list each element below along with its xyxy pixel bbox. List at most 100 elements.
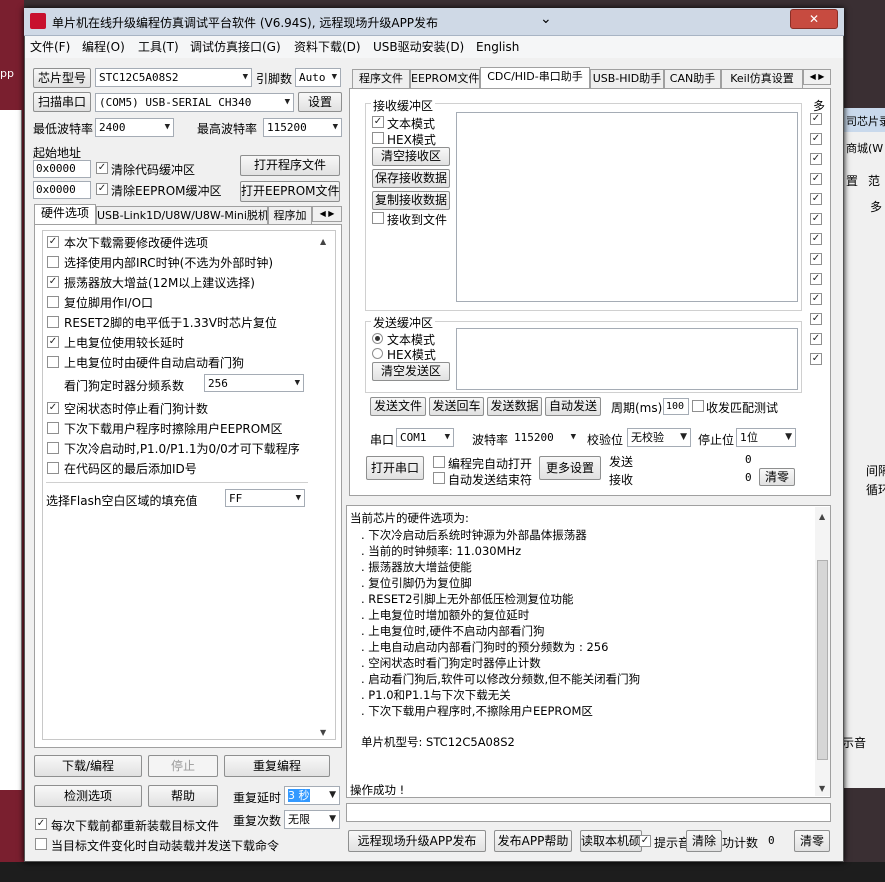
multi-string-checkbox[interactable]: ✓ [810, 173, 822, 185]
open-port-button[interactable]: 打开串口 [366, 456, 424, 480]
open-program-button[interactable]: 打开程序文件 [240, 155, 340, 176]
multi-string-checkbox[interactable]: ✓ [810, 313, 822, 325]
send-textarea[interactable] [456, 328, 798, 390]
clear-eeprom-checkbox[interactable]: ✓ [96, 183, 108, 195]
tab-scroll-buttons[interactable]: ◀ ▶ [312, 206, 342, 222]
fill-value-select[interactable]: FF ▼ [225, 489, 305, 507]
right-tab-3[interactable]: USB-HID助手 [590, 69, 664, 88]
right-tab-4[interactable]: CAN助手 [664, 69, 721, 88]
hw-option-checkbox[interactable] [47, 462, 59, 474]
hw-option-checkbox[interactable] [47, 296, 59, 308]
menu-item-4[interactable]: 资料下载(D) [294, 36, 361, 58]
tab-usb-link[interactable]: USB-Link1D/U8W/U8W-Mini脱机 [96, 206, 268, 224]
download-button[interactable]: 下载/编程 [34, 755, 142, 777]
open-eeprom-button[interactable]: 打开EEPROM文件 [240, 181, 340, 202]
menu-item-5[interactable]: USB驱动安装(D) [373, 36, 464, 58]
eeprom-addr-input[interactable]: 0x0000 [33, 181, 91, 199]
reprogram-button[interactable]: 重复编程 [224, 755, 330, 777]
hw-option-checkbox[interactable] [47, 442, 59, 454]
period-input[interactable]: 100 [663, 398, 689, 415]
clear-send-button[interactable]: 清空发送区 [372, 362, 450, 381]
right-tab-1[interactable]: EEPROM文件 [410, 69, 480, 88]
send-data-button[interactable]: 发送数据 [487, 397, 542, 416]
hw-option-checkbox[interactable] [47, 256, 59, 268]
multi-string-checkbox[interactable]: ✓ [810, 193, 822, 205]
settings-button[interactable]: 设置 [298, 92, 342, 112]
multi-string-checkbox[interactable]: ✓ [810, 113, 822, 125]
max-baud-select[interactable]: 115200 ▼ [263, 118, 342, 137]
menu-item-0[interactable]: 文件(F) [30, 36, 70, 58]
more-settings-button[interactable]: 更多设置 [539, 456, 601, 480]
match-test-checkbox[interactable] [692, 400, 704, 412]
save-recv-button[interactable]: 保存接收数据 [372, 169, 450, 188]
clear-button[interactable]: 清除 [686, 830, 722, 852]
chip-type-button[interactable]: 芯片型号 [33, 68, 91, 88]
repeat-count-select[interactable]: 无限 ▼ [284, 810, 340, 829]
log-scrollbar-thumb[interactable] [817, 560, 828, 760]
multi-string-checkbox[interactable]: ✓ [810, 133, 822, 145]
auto-open-checkbox[interactable] [433, 456, 445, 468]
hw-option-checkbox[interactable]: ✓ [47, 336, 59, 348]
detect-options-button[interactable]: 检测选项 [34, 785, 142, 807]
auto-send-on-change-checkbox[interactable] [35, 838, 47, 850]
multi-string-checkbox[interactable]: ✓ [810, 333, 822, 345]
chevron-down-icon[interactable]: ⌄ [540, 11, 552, 27]
recv-textarea[interactable] [456, 112, 798, 302]
chip-type-select[interactable]: STC12C5A08S2 ▼ [95, 68, 252, 87]
multi-string-checkbox[interactable]: ✓ [810, 253, 822, 265]
recv-text-mode-checkbox[interactable]: ✓ [372, 116, 384, 128]
serial-port-select[interactable]: COM1 ▼ [396, 428, 454, 447]
menu-item-2[interactable]: 工具(T) [138, 36, 179, 58]
stop-bits-select[interactable]: 1位 ▼ [736, 428, 796, 447]
help-button[interactable]: 帮助 [148, 785, 218, 807]
recv-to-file-checkbox[interactable] [372, 212, 384, 224]
menu-item-1[interactable]: 编程(O) [82, 36, 125, 58]
hw-option-checkbox[interactable]: ✓ [47, 276, 59, 288]
multi-string-checkbox[interactable]: ✓ [810, 273, 822, 285]
min-baud-select[interactable]: 2400 ▼ [95, 118, 174, 137]
send-file-button[interactable]: 发送文件 [370, 397, 426, 416]
send-text-mode-radio[interactable] [372, 333, 383, 344]
stop-button[interactable]: 停止 [148, 755, 218, 777]
hw-option-checkbox[interactable] [47, 356, 59, 368]
auto-end-checkbox[interactable] [433, 472, 445, 484]
right-tab-5[interactable]: Keil仿真设置 [721, 69, 803, 88]
hw-option-checkbox[interactable] [47, 422, 59, 434]
right-tab-0[interactable]: 程序文件 [352, 69, 410, 88]
code-addr-input[interactable]: 0x0000 [33, 160, 91, 178]
close-button[interactable]: ✕ [790, 9, 838, 29]
hw-option-checkbox[interactable] [47, 316, 59, 328]
scroll-down-icon[interactable]: ▼ [320, 728, 326, 737]
send-hex-mode-radio[interactable] [372, 348, 383, 359]
multi-string-checkbox[interactable]: ✓ [810, 293, 822, 305]
remote-upgrade-button[interactable]: 远程现场升级APP发布 [348, 830, 486, 852]
read-id-button[interactable]: 读取本机硕 [580, 830, 642, 852]
right-tab-scroll[interactable]: ◀ ▶ [803, 69, 831, 85]
wdt-prescale-select[interactable]: 256 ▼ [204, 374, 304, 392]
reload-checkbox[interactable]: ✓ [35, 818, 47, 830]
multi-string-checkbox[interactable]: ✓ [810, 213, 822, 225]
menu-item-6[interactable]: English [476, 36, 519, 58]
copy-recv-button[interactable]: 复制接收数据 [372, 191, 450, 210]
multi-string-checkbox[interactable]: ✓ [810, 353, 822, 365]
multi-string-checkbox[interactable]: ✓ [810, 153, 822, 165]
baud-select[interactable]: 115200 ▼ [510, 428, 580, 447]
recv-hex-mode-checkbox[interactable] [372, 132, 384, 144]
scroll-up-icon[interactable]: ▲ [320, 237, 326, 246]
clear-count-button[interactable]: 清零 [759, 468, 795, 486]
send-newline-button[interactable]: 发送回车 [429, 397, 484, 416]
scroll-down-icon[interactable]: ▼ [819, 784, 825, 793]
menu-item-3[interactable]: 调试仿真接口(G) [190, 36, 281, 58]
repeat-delay-select[interactable]: 3 秒 ▼ [284, 786, 340, 805]
tab-hardware-options[interactable]: 硬件选项 [34, 204, 96, 224]
hw-option-checkbox[interactable]: ✓ [47, 402, 59, 414]
pin-count-select[interactable]: Auto ▼ [295, 68, 341, 87]
scroll-up-icon[interactable]: ▲ [819, 512, 825, 521]
status-input[interactable] [346, 803, 831, 822]
hardware-options-scrollbar[interactable] [316, 232, 334, 738]
port-select[interactable]: (COM5) USB-SERIAL CH340 ▼ [95, 93, 294, 112]
clear-recv-button[interactable]: 清空接收区 [372, 147, 450, 166]
tab-program-encrypt[interactable]: 程序加 [268, 206, 312, 224]
parity-select[interactable]: 无校验 ▼ [627, 428, 691, 447]
multi-string-checkbox[interactable]: ✓ [810, 233, 822, 245]
